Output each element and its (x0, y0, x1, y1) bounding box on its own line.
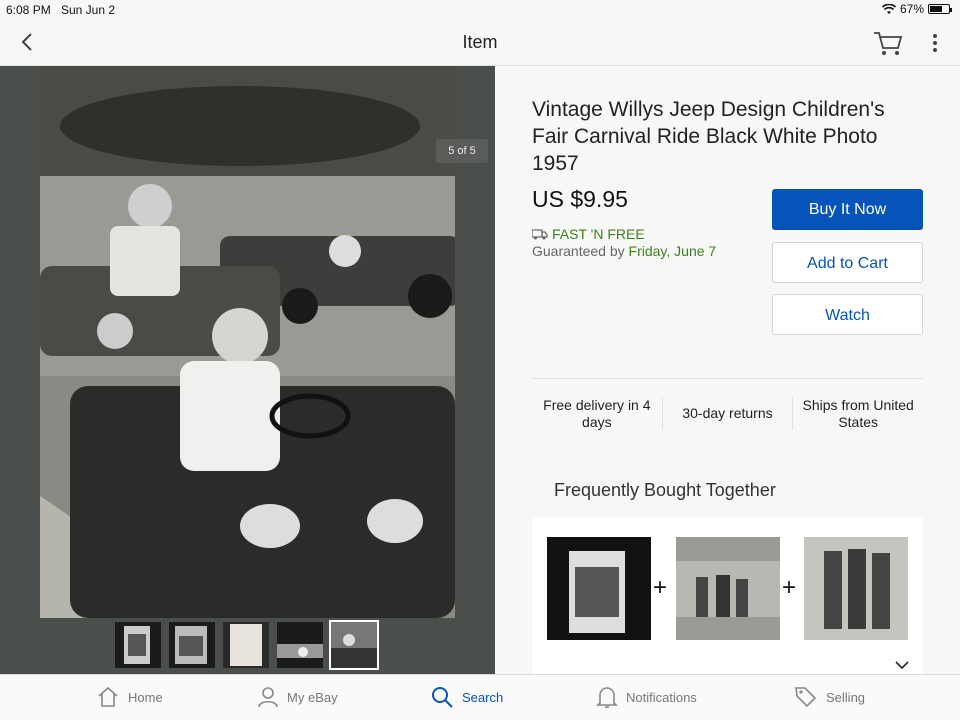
tag-icon (795, 687, 817, 708)
truck-icon (532, 229, 548, 240)
wifi-icon (881, 3, 896, 14)
cart-button[interactable] (872, 28, 904, 58)
tab-label: My eBay (287, 689, 338, 705)
thumbnail-selected[interactable] (329, 620, 379, 670)
add-to-cart-button[interactable]: Add to Cart (772, 242, 923, 283)
tab-my-ebay[interactable]: My eBay (257, 685, 338, 709)
item-title: Vintage Willys Jeep Design Children's Fa… (532, 98, 885, 175)
tab-notifications[interactable]: Notifications (596, 685, 697, 709)
tab-label: Home (128, 689, 163, 705)
fbt-item-image[interactable] (676, 537, 780, 640)
search-icon (432, 687, 453, 708)
shipping-label: FAST 'N FREE (552, 226, 645, 242)
buy-it-now-button[interactable]: Buy It Now (772, 189, 923, 230)
item-price: US $9.95 (532, 186, 628, 212)
more-vertical-icon (933, 34, 937, 52)
thumbnail[interactable] (169, 622, 215, 668)
guarantee-date: Friday, June 7 (628, 243, 717, 259)
cart-icon (874, 32, 903, 55)
user-icon (258, 687, 278, 708)
status-right: 67% (881, 2, 952, 16)
status-time: 6:08 PM (6, 3, 51, 17)
guarantee-prefix: Guaranteed by (532, 243, 625, 259)
tab-label: Notifications (626, 689, 697, 705)
tab-bar: Home My eBay Search Notifications Sellin… (0, 674, 960, 720)
delivery-guarantee: Guaranteed by Friday, June 7 (532, 243, 716, 259)
shipping-badge: FAST 'N FREE (532, 226, 645, 242)
tab-label: Search (462, 689, 504, 705)
tab-home[interactable]: Home (96, 685, 163, 709)
nav-bar: Item (0, 18, 960, 66)
thumbnail[interactable] (223, 622, 269, 668)
tab-label: Selling (826, 689, 866, 705)
chevron-down-icon[interactable] (894, 660, 910, 670)
fbt-plus: + (782, 574, 797, 601)
fbt-card: + + (532, 518, 923, 674)
status-bar: 6:08 PM Sun Jun 2 67% (0, 0, 960, 18)
photo-illustration (40, 66, 455, 618)
tab-search[interactable]: Search (430, 685, 503, 709)
feature-returns: 30-day returns (663, 397, 794, 430)
home-icon (98, 686, 118, 707)
more-button[interactable] (924, 28, 946, 58)
fbt-title: Frequently Bought Together (554, 480, 776, 500)
photo-counter: 5 of 5 (436, 139, 488, 163)
image-gallery: 5 of 5 (0, 66, 495, 674)
item-details: Vintage Willys Jeep Design Children's Fa… (495, 66, 960, 674)
watch-button[interactable]: Watch (772, 294, 923, 335)
thumbnail-strip (115, 620, 379, 670)
fbt-plus: + (653, 574, 668, 601)
tab-selling[interactable]: Selling (794, 685, 865, 709)
thumbnail[interactable] (277, 622, 323, 668)
status-date: Sun Jun 2 (61, 3, 116, 17)
fbt-item-image[interactable] (547, 537, 651, 640)
page-title: Item (462, 32, 498, 52)
feature-strip: Free delivery in 4 days 30-day returns S… (532, 378, 923, 448)
main-photo[interactable] (40, 66, 455, 618)
battery-percent: 67% (899, 2, 924, 16)
bell-icon (596, 687, 618, 708)
fbt-item-image[interactable] (804, 537, 908, 640)
feature-ships-from: Ships from United States (802, 396, 914, 430)
thumbnail[interactable] (115, 622, 161, 668)
feature-free-delivery: Free delivery in 4 days (532, 397, 663, 430)
battery-icon (928, 4, 952, 14)
